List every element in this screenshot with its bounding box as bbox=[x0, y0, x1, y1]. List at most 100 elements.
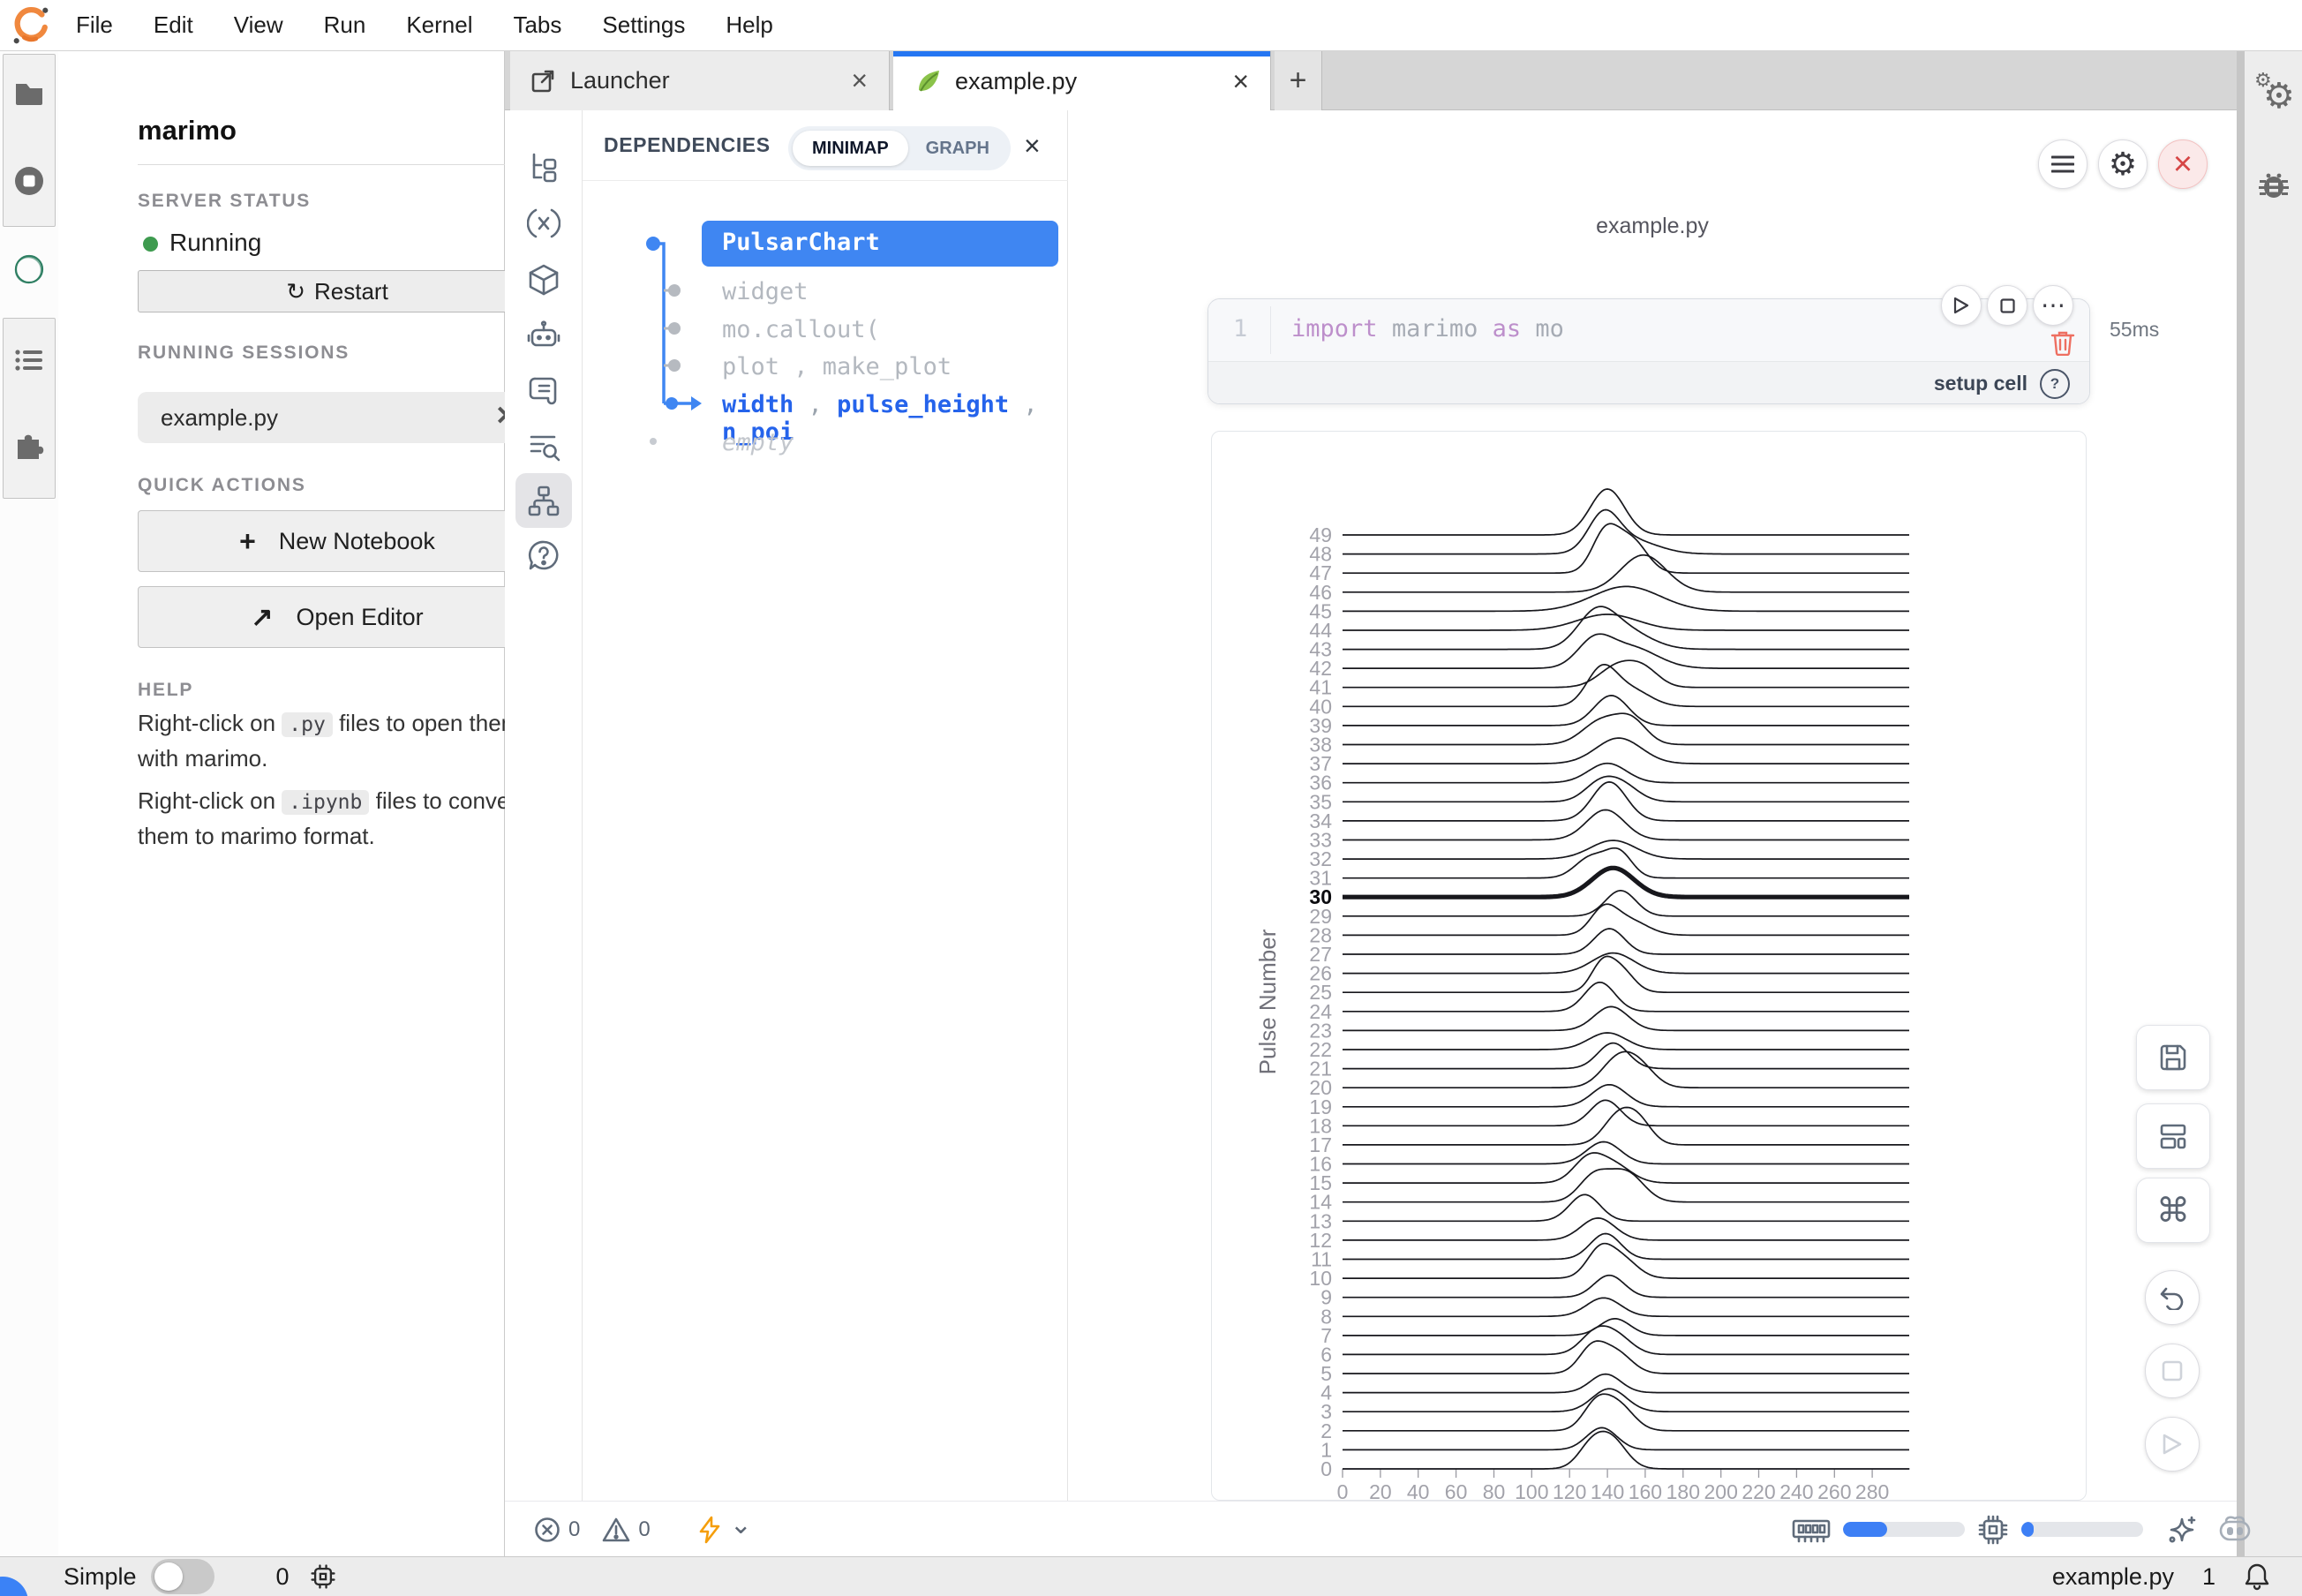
plus-icon: + bbox=[239, 525, 256, 558]
warnings-icon[interactable] bbox=[602, 1517, 630, 1543]
table-of-contents-icon[interactable] bbox=[12, 343, 46, 377]
setup-cell-help-icon[interactable]: ? bbox=[2040, 369, 2070, 399]
new-tab-plus-icon: + bbox=[1290, 64, 1307, 98]
layout-toggle-button[interactable] bbox=[2136, 1103, 2210, 1169]
copilot-icon[interactable] bbox=[2217, 1515, 2253, 1545]
menu-item-file[interactable]: File bbox=[76, 11, 113, 39]
cell-footer-row: setup cell ? bbox=[1208, 361, 2090, 404]
right-strip-scrollbar[interactable] bbox=[2237, 51, 2245, 1556]
tree-node-plot[interactable]: plot , make_plot bbox=[722, 353, 952, 380]
notebook-shutdown-button[interactable]: × bbox=[2158, 139, 2208, 189]
notification-bell-icon[interactable] bbox=[2244, 1562, 2270, 1591]
open-editor-label: Open Editor bbox=[297, 604, 424, 631]
restart-button[interactable]: ↻ Restart bbox=[138, 270, 537, 312]
footer-left-group: 0 0 ⌄ bbox=[534, 1502, 752, 1557]
notebook-menu-button[interactable] bbox=[2038, 139, 2088, 189]
menu-item-settings[interactable]: Settings bbox=[602, 11, 685, 39]
tree-node-selected[interactable]: PulsarChart bbox=[702, 221, 1058, 267]
svg-text:240: 240 bbox=[1779, 1480, 1813, 1501]
code-line[interactable]: import marimo as mo bbox=[1291, 315, 1564, 343]
tree-node-selected-label: PulsarChart bbox=[722, 229, 880, 256]
menu-item-edit[interactable]: Edit bbox=[154, 11, 193, 39]
svg-text:260: 260 bbox=[1817, 1480, 1851, 1501]
delete-cell-trash-icon[interactable] bbox=[2050, 329, 2075, 356]
svg-text:200: 200 bbox=[1704, 1480, 1738, 1501]
loader-spinner-icon bbox=[12, 252, 46, 286]
dependencies-sitemap-icon[interactable] bbox=[527, 485, 560, 518]
tree-node-empty[interactable]: empty bbox=[722, 429, 794, 456]
tab-launcher[interactable]: Launcher × bbox=[510, 51, 890, 110]
running-kernels-icon[interactable] bbox=[12, 164, 46, 198]
activity-bar bbox=[0, 51, 58, 1556]
run-cell-button[interactable] bbox=[1941, 285, 1982, 326]
command-palette-button[interactable]: ⌘ bbox=[2136, 1178, 2210, 1243]
sidebar-divider bbox=[138, 164, 537, 165]
dependencies-close-icon[interactable]: × bbox=[1024, 130, 1041, 162]
stop-icon bbox=[2000, 298, 2015, 313]
extensions-puzzle-icon[interactable] bbox=[12, 427, 46, 461]
undo-button[interactable] bbox=[2145, 1270, 2200, 1325]
save-notebook-button[interactable] bbox=[2136, 1025, 2210, 1090]
notification-count: 1 bbox=[2202, 1563, 2215, 1591]
svg-text:0: 0 bbox=[1337, 1480, 1349, 1501]
logs-scroll-icon[interactable] bbox=[527, 374, 560, 408]
svg-text:120: 120 bbox=[1553, 1480, 1586, 1501]
trace-search-icon[interactable] bbox=[527, 429, 560, 463]
active-tab-accent bbox=[893, 51, 1270, 56]
statusbar-chip-icon[interactable] bbox=[309, 1562, 337, 1591]
toggle-minimap-option[interactable]: MINIMAP bbox=[793, 131, 908, 166]
tab-example-py[interactable]: example.py × bbox=[893, 51, 1271, 111]
setup-cell-label: setup cell bbox=[1934, 372, 2027, 395]
ipynb-extension-chip: .ipynb bbox=[282, 790, 369, 815]
statusbar-right-group: example.py 1 bbox=[2052, 1557, 2270, 1596]
packages-cube-icon[interactable] bbox=[527, 263, 560, 297]
marimo-logo-icon bbox=[11, 5, 51, 46]
restart-icon: ↻ bbox=[286, 278, 305, 305]
svg-text:20: 20 bbox=[1369, 1480, 1392, 1501]
interrupt-button[interactable] bbox=[2145, 1344, 2200, 1398]
run-mode-bolt-icon[interactable] bbox=[697, 1516, 722, 1544]
identifier-marimo: marimo bbox=[1392, 315, 1478, 343]
sidebar-title: marimo bbox=[138, 115, 237, 147]
new-notebook-button[interactable]: + New Notebook bbox=[138, 510, 537, 572]
file-browser-icon[interactable] bbox=[12, 77, 46, 110]
tab-launcher-label: Launcher bbox=[570, 67, 670, 94]
new-notebook-label: New Notebook bbox=[279, 528, 435, 555]
tree-connector bbox=[640, 221, 711, 450]
notification-bubble[interactable] bbox=[0, 1577, 28, 1596]
ai-sparkle-icon[interactable] bbox=[2166, 1514, 2198, 1546]
menu-item-help[interactable]: Help bbox=[726, 11, 772, 39]
server-status-value: Running bbox=[169, 229, 261, 257]
run-all-button[interactable] bbox=[2145, 1417, 2200, 1472]
tree-node-widget[interactable]: widget bbox=[722, 278, 809, 305]
cell-more-button[interactable]: ⋯ bbox=[2033, 285, 2073, 326]
dependencies-title: DEPENDENCIES bbox=[604, 133, 771, 157]
menu-item-run[interactable]: Run bbox=[324, 11, 366, 39]
tree-node-callout[interactable]: mo.callout( bbox=[722, 316, 880, 343]
session-item[interactable]: example.py ✕ bbox=[138, 392, 537, 443]
separator: , bbox=[809, 391, 823, 418]
menu-item-kernel[interactable]: Kernel bbox=[406, 11, 472, 39]
notebook-settings-button[interactable]: ⚙ bbox=[2098, 139, 2148, 189]
variables-icon[interactable] bbox=[527, 207, 560, 240]
debug-bug-icon[interactable] bbox=[2256, 168, 2291, 203]
token-width: width bbox=[722, 391, 794, 418]
help-bubble-icon[interactable] bbox=[527, 539, 560, 573]
ai-robot-icon[interactable] bbox=[527, 319, 560, 352]
tab-launcher-close-icon[interactable]: × bbox=[851, 64, 868, 97]
file-tree-icon[interactable] bbox=[527, 151, 560, 184]
errors-icon[interactable] bbox=[534, 1517, 560, 1543]
menu-item-view[interactable]: View bbox=[234, 11, 283, 39]
run-mode-chevron-icon[interactable]: ⌄ bbox=[730, 1509, 752, 1540]
menu-item-tabs[interactable]: Tabs bbox=[513, 11, 561, 39]
toggle-graph-option[interactable]: GRAPH bbox=[908, 131, 1007, 166]
new-tab-button[interactable]: + bbox=[1275, 51, 1322, 110]
server-status-heading: SERVER STATUS bbox=[138, 191, 311, 212]
open-editor-button[interactable]: ↗ Open Editor bbox=[138, 586, 537, 648]
run-all-play-icon bbox=[2162, 1433, 2183, 1456]
notebook-panel: DEPENDENCIES MINIMAP GRAPH × PulsarC bbox=[505, 110, 2237, 1501]
simple-mode-toggle[interactable] bbox=[151, 1559, 214, 1594]
window-status-bar: Simple 0 example.py 1 bbox=[0, 1556, 2302, 1596]
tab-example-close-icon[interactable]: × bbox=[1232, 65, 1249, 98]
stop-cell-button[interactable] bbox=[1987, 285, 2027, 326]
